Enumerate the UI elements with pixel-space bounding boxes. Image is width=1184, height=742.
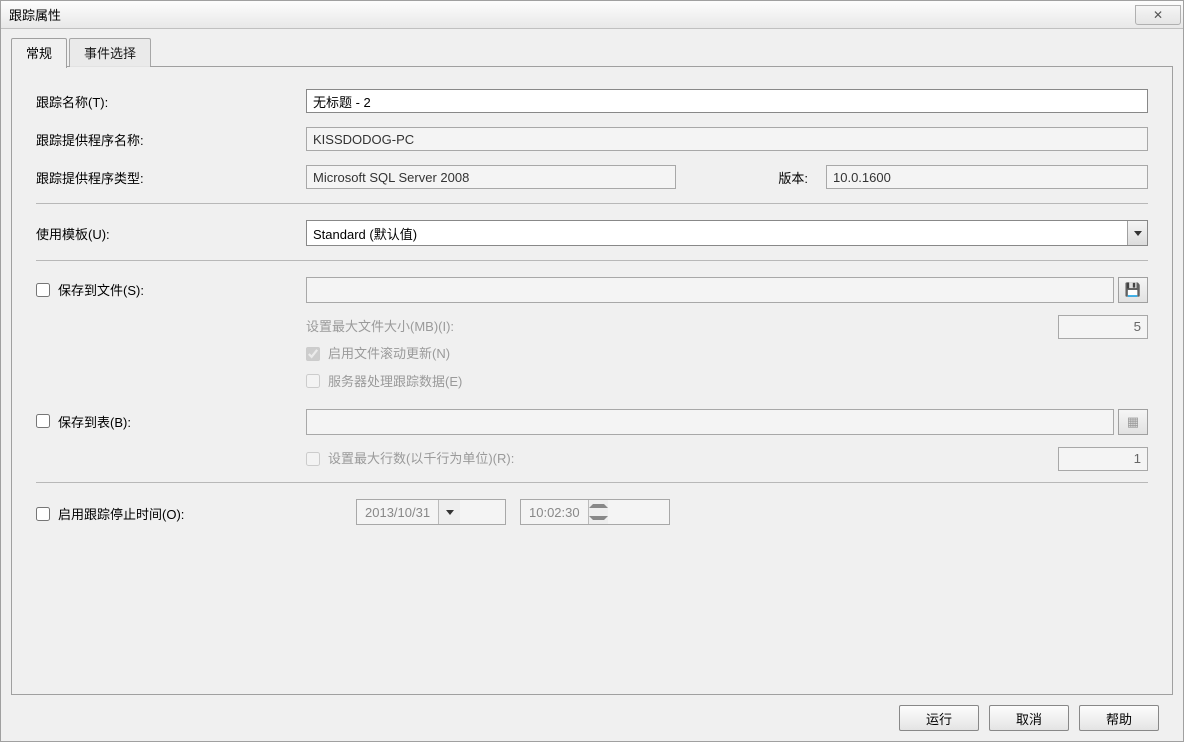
- save-icon: 💾: [1125, 282, 1141, 298]
- chevron-up-icon: [589, 504, 608, 508]
- save-table-path-field: [306, 409, 1114, 435]
- provider-name-field: [306, 127, 1148, 151]
- chevron-down-icon: [589, 516, 608, 520]
- browse-file-button[interactable]: 💾: [1118, 277, 1148, 303]
- time-spinner[interactable]: [588, 500, 608, 524]
- save-to-file-checkbox[interactable]: [36, 283, 50, 297]
- label-provider-name: 跟踪提供程序名称:: [36, 130, 306, 149]
- close-icon: ✕: [1153, 8, 1163, 22]
- stop-date-value: 2013/10/31: [357, 505, 438, 520]
- server-process-checkbox: [306, 374, 320, 388]
- browse-table-button[interactable]: ▦: [1118, 409, 1148, 435]
- label-max-rows: 设置最大行数(以千行为单位)(R):: [328, 445, 514, 472]
- divider-3: [36, 482, 1148, 483]
- stop-time-picker[interactable]: 10:02:30: [520, 499, 670, 525]
- tab-general[interactable]: 常规: [11, 38, 67, 68]
- trace-name-input[interactable]: [306, 89, 1148, 113]
- label-save-to-table: 保存到表(B):: [58, 412, 131, 431]
- trace-properties-dialog: 跟踪属性 ✕ 常规 事件选择 跟踪名称(T): 跟踪提供程序名称: 跟踪提供程序…: [0, 0, 1184, 742]
- run-button[interactable]: 运行: [899, 705, 979, 731]
- dialog-footer: 运行 取消 帮助: [11, 695, 1173, 735]
- tabstrip: 常规 事件选择: [11, 39, 1173, 67]
- divider-2: [36, 260, 1148, 261]
- client-area: 常规 事件选择 跟踪名称(T): 跟踪提供程序名称: 跟踪提供程序类型: 版本:…: [1, 29, 1183, 741]
- version-field: [826, 165, 1148, 189]
- max-file-size-field: [1058, 315, 1148, 339]
- label-version: 版本:: [676, 168, 826, 187]
- template-dropdown-button[interactable]: [1127, 221, 1147, 245]
- cancel-button[interactable]: 取消: [989, 705, 1069, 731]
- label-enable-rollover: 启用文件滚动更新(N): [328, 340, 450, 367]
- max-rows-field: [1058, 447, 1148, 471]
- max-rows-checkbox: [306, 452, 320, 466]
- divider-1: [36, 203, 1148, 204]
- window-close-button[interactable]: ✕: [1135, 5, 1181, 25]
- titlebar: 跟踪属性 ✕: [1, 1, 1183, 29]
- stop-time-value: 10:02:30: [521, 505, 588, 520]
- chevron-down-icon: [446, 510, 454, 515]
- spin-up-button[interactable]: [589, 500, 608, 512]
- enable-stop-time-checkbox[interactable]: [36, 507, 50, 521]
- stop-date-picker[interactable]: 2013/10/31: [356, 499, 506, 525]
- enable-rollover-checkbox: [306, 347, 320, 361]
- date-dropdown-button[interactable]: [438, 500, 460, 524]
- template-value: Standard (默认值): [313, 224, 417, 243]
- save-file-path-field: [306, 277, 1114, 303]
- save-to-table-checkbox[interactable]: [36, 414, 50, 428]
- window-title: 跟踪属性: [9, 5, 61, 24]
- table-icon: ▦: [1127, 414, 1139, 430]
- help-button[interactable]: 帮助: [1079, 705, 1159, 731]
- template-combobox[interactable]: Standard (默认值): [306, 220, 1148, 246]
- tab-events[interactable]: 事件选择: [69, 38, 151, 67]
- tabpanel-general: 跟踪名称(T): 跟踪提供程序名称: 跟踪提供程序类型: 版本: 使用模板(U)…: [11, 67, 1173, 695]
- chevron-down-icon: [1134, 231, 1142, 236]
- label-max-file-size: 设置最大文件大小(MB)(I):: [306, 313, 454, 340]
- label-save-to-file: 保存到文件(S):: [58, 280, 144, 299]
- label-server-process: 服务器处理跟踪数据(E): [328, 368, 462, 395]
- label-provider-type: 跟踪提供程序类型:: [36, 168, 306, 187]
- label-enable-stop-time: 启用跟踪停止时间(O):: [58, 504, 184, 523]
- label-use-template: 使用模板(U):: [36, 224, 306, 243]
- spin-down-button[interactable]: [589, 512, 608, 524]
- provider-type-field: [306, 165, 676, 189]
- label-trace-name: 跟踪名称(T):: [36, 92, 306, 111]
